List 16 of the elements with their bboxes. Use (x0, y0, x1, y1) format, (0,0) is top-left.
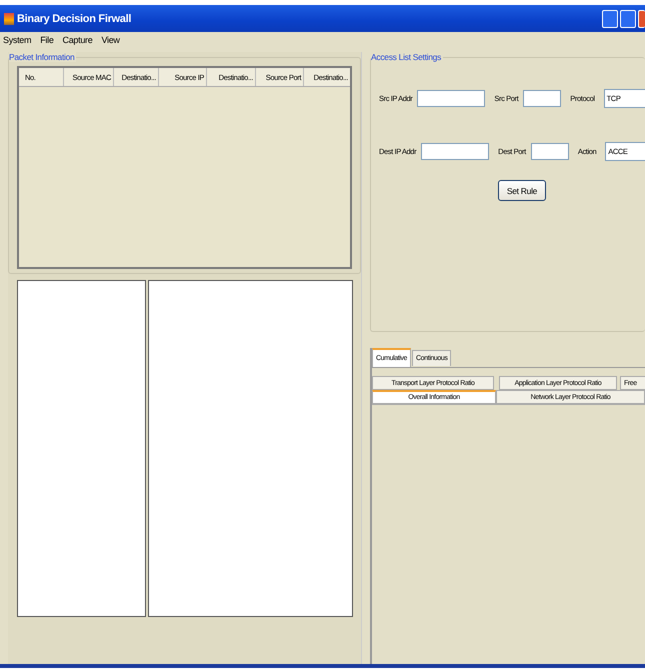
minimize-button[interactable] (602, 10, 618, 28)
maximize-button[interactable] (620, 10, 636, 28)
close-button[interactable] (638, 10, 645, 28)
menu-item[interactable]: File (40, 35, 54, 45)
input-field[interactable] (523, 90, 562, 106)
app-icon (4, 12, 14, 24)
menu-item[interactable]: View (101, 35, 120, 45)
menu-item[interactable]: Capture (62, 35, 92, 45)
input-field[interactable] (417, 90, 486, 106)
input-field[interactable] (530, 142, 569, 160)
menu-item[interactable]: System (3, 35, 32, 45)
set-rule-button[interactable]: Set Rule (498, 180, 546, 201)
group-title: Access List Settings (371, 52, 444, 62)
input-field[interactable] (421, 142, 490, 160)
window-title: Binary Decision Firwall (17, 12, 132, 24)
group-title: Packet Information (9, 52, 76, 62)
